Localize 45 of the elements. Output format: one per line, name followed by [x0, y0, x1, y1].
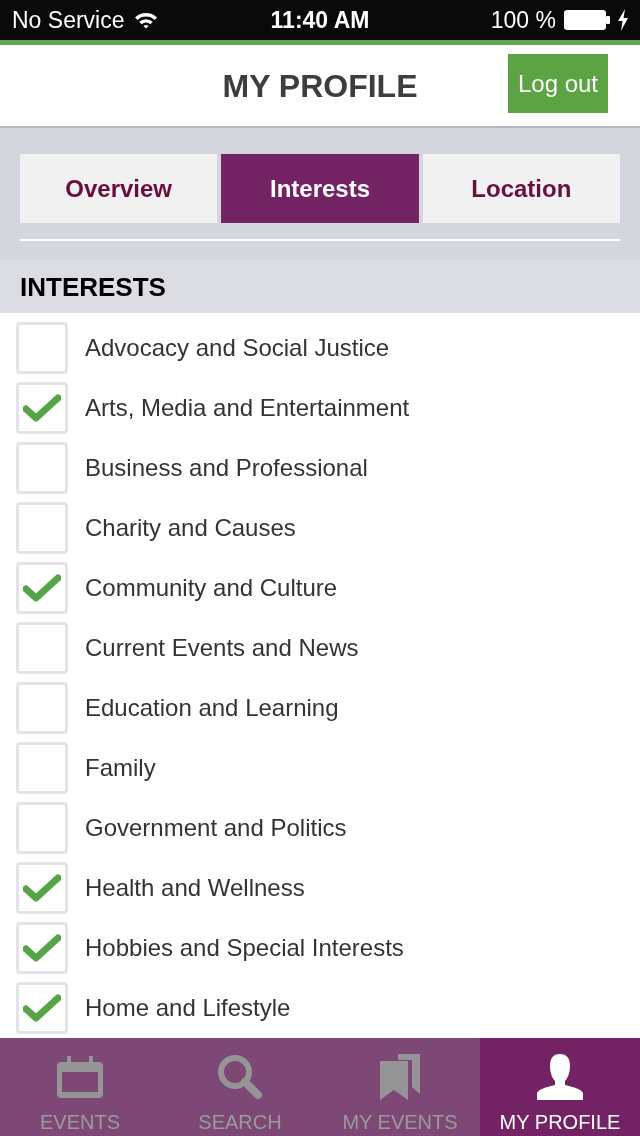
checkbox[interactable] [16, 562, 68, 614]
interest-label[interactable]: Home and Lifestyle [85, 990, 291, 1026]
interest-label[interactable]: Charity and Causes [85, 510, 296, 546]
checkmark-icon [23, 874, 61, 902]
wifi-icon [134, 11, 159, 29]
checkmark-icon [23, 394, 61, 422]
checkbox[interactable] [16, 682, 68, 734]
interest-label[interactable]: Community and Culture [85, 570, 338, 606]
checkbox[interactable] [16, 742, 68, 794]
checkbox[interactable] [16, 862, 68, 914]
battery-icon [564, 10, 610, 30]
bookmarks-icon [380, 1054, 420, 1100]
charging-bolt-icon [618, 9, 628, 31]
checkbox[interactable] [16, 502, 68, 554]
segment-tab[interactable]: Overview [20, 154, 218, 223]
carrier-text: No Service [12, 5, 125, 35]
checkbox[interactable] [16, 802, 68, 854]
checkbox[interactable] [16, 322, 68, 374]
interest-label[interactable]: Health and Wellness [85, 870, 305, 906]
segment-tab[interactable]: Location [422, 154, 620, 223]
calendar-icon [57, 1056, 103, 1098]
interest-label[interactable]: Business and Professional [85, 450, 368, 486]
interest-label[interactable]: Government and Politics [85, 810, 347, 846]
search-icon [217, 1054, 263, 1100]
checkmark-icon [23, 934, 61, 962]
battery-percent-text: 100 % [490, 5, 556, 35]
checkbox[interactable] [16, 922, 68, 974]
interest-label[interactable]: Hobbies and Special Interests [85, 930, 404, 966]
segment-tab[interactable]: Interests [221, 154, 419, 223]
checkbox[interactable] [16, 382, 68, 434]
checkbox[interactable] [16, 622, 68, 674]
time-text: 11:40 AM [270, 5, 370, 35]
interest-label[interactable]: Education and Learning [85, 690, 339, 726]
tab-bar-item[interactable]: MY PROFILE [480, 1038, 640, 1136]
person-icon [537, 1054, 583, 1100]
interest-label[interactable]: Arts, Media and Entertainment [85, 390, 410, 426]
checkbox[interactable] [16, 982, 68, 1034]
page-title: MY PROFILE [222, 69, 418, 102]
checkmark-icon [23, 994, 61, 1022]
interest-label[interactable]: Advocacy and Social Justice [85, 330, 390, 366]
section-title: INTERESTS [20, 273, 166, 300]
interest-label[interactable]: Family [85, 750, 156, 786]
checkmark-icon [23, 574, 61, 602]
interest-label[interactable]: Current Events and News [85, 630, 359, 666]
checkbox[interactable] [16, 442, 68, 494]
